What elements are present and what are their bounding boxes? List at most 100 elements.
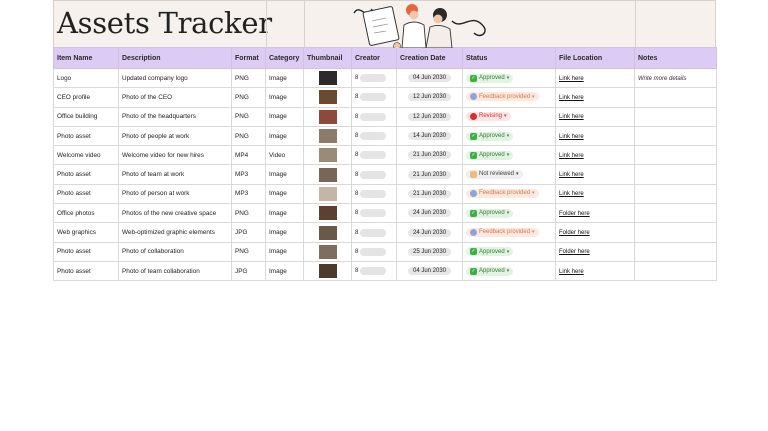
file-location-link[interactable]: Folder here xyxy=(559,230,590,236)
notes-cell[interactable] xyxy=(634,260,717,282)
creator-cell[interactable]: 8 xyxy=(351,260,397,282)
table-row[interactable]: Photo asset Photo of collaboration PNG Imag… xyxy=(53,241,717,262)
creator-cell[interactable]: 8 xyxy=(351,183,397,205)
status-cell[interactable]: Not reviewed ▾ xyxy=(462,164,556,185)
creation-date-cell[interactable]: 21 Jun 2030 xyxy=(396,183,463,205)
description-cell[interactable]: Photo of person at work xyxy=(118,183,232,205)
table-row[interactable]: Web graphics Web-optimized graphic elemen… xyxy=(53,222,717,243)
status-cell[interactable]: ✓ Approved ▾ xyxy=(462,241,556,262)
status-cell[interactable]: ✓ Approved ▾ xyxy=(462,260,556,282)
notes-cell[interactable] xyxy=(634,145,717,166)
status-badge[interactable]: ✓ Approved ▾ xyxy=(466,208,514,218)
thumbnail-image[interactable] xyxy=(318,129,337,144)
thumbnail-image[interactable] xyxy=(318,71,337,86)
column-header-creation-date[interactable]: Creation Date xyxy=(396,47,463,69)
table-row[interactable]: Office building Photo of the headquarters… xyxy=(53,106,717,127)
notes-cell[interactable] xyxy=(634,106,717,127)
creator-cell[interactable]: 8 xyxy=(351,125,397,147)
item-name-cell[interactable]: Photo asset xyxy=(53,164,119,185)
format-cell[interactable]: JPG xyxy=(231,260,266,282)
thumbnail-image[interactable] xyxy=(318,244,337,259)
file-location-link[interactable]: Folder here xyxy=(559,211,590,217)
thumbnail-cell[interactable] xyxy=(303,203,352,224)
creation-date-cell[interactable]: 21 Jun 2030 xyxy=(396,164,463,185)
item-name-cell[interactable]: Photo asset xyxy=(53,241,119,262)
file-location-link[interactable]: Link here xyxy=(559,76,584,82)
status-cell[interactable]: ✓ Approved ▾ xyxy=(462,125,556,147)
column-header-file-location[interactable]: File Location xyxy=(555,47,635,69)
file-location-link[interactable]: Link here xyxy=(559,172,584,178)
format-cell[interactable]: MP3 xyxy=(231,164,266,185)
file-location-link[interactable]: Folder here xyxy=(559,249,590,255)
creation-date-cell[interactable]: 24 Jun 2030 xyxy=(396,203,463,224)
creator-cell[interactable]: 8 xyxy=(351,203,397,224)
creation-date-cell[interactable]: 14 Jun 2030 xyxy=(396,125,463,147)
status-badge[interactable]: ✓ Approved ▾ xyxy=(466,247,514,257)
creation-date-cell[interactable]: 25 Jun 2030 xyxy=(396,241,463,262)
format-cell[interactable]: PNG xyxy=(231,67,266,89)
item-name-cell[interactable]: Photo asset xyxy=(53,125,119,147)
item-name-cell[interactable]: Logo xyxy=(53,67,119,89)
status-cell[interactable]: ✓ Approved ▾ xyxy=(462,67,556,89)
status-badge[interactable]: Not reviewed ▾ xyxy=(466,169,523,179)
thumbnail-image[interactable] xyxy=(318,264,337,279)
table-row[interactable]: CEO profile Photo of the CEO PNG Image 8 12 J… xyxy=(53,87,717,108)
category-cell[interactable]: Image xyxy=(265,241,304,262)
creator-cell[interactable]: 8 xyxy=(351,241,397,262)
category-cell[interactable]: Image xyxy=(265,125,304,147)
status-badge[interactable]: ✓ Approved ▾ xyxy=(466,150,514,160)
thumbnail-image[interactable] xyxy=(318,206,337,221)
file-location-link[interactable]: Link here xyxy=(559,95,584,101)
file-location-link[interactable]: Link here xyxy=(559,134,584,140)
creation-date-cell[interactable]: 12 Jun 2030 xyxy=(396,87,463,108)
creation-date-cell[interactable]: 04 Jun 2030 xyxy=(396,260,463,282)
description-cell[interactable]: Web-optimized graphic elements xyxy=(118,222,232,243)
table-row[interactable]: Logo Updated company logo PNG Image 8 04 Jun … xyxy=(53,67,717,89)
creation-date-cell[interactable]: 21 Jun 2030 xyxy=(396,145,463,166)
category-cell[interactable]: Image xyxy=(265,203,304,224)
description-cell[interactable]: Photos of the new creative space xyxy=(118,203,232,224)
category-cell[interactable]: Image xyxy=(265,260,304,282)
column-header-creator[interactable]: Creator xyxy=(351,47,397,69)
status-badge[interactable]: Feedback provided ▾ xyxy=(466,188,539,198)
status-badge[interactable]: ✓ Approved ▾ xyxy=(466,131,514,141)
status-cell[interactable]: ✓ Approved ▾ xyxy=(462,203,556,224)
description-cell[interactable]: Photo of people at work xyxy=(118,125,232,147)
item-name-cell[interactable]: Welcome video xyxy=(53,145,119,166)
file-location-link[interactable]: Link here xyxy=(559,114,584,120)
thumbnail-cell[interactable] xyxy=(303,260,352,282)
thumbnail-cell[interactable] xyxy=(303,241,352,262)
table-row[interactable]: Office photos Photos of the new creative … xyxy=(53,203,717,224)
creator-cell[interactable]: 8 xyxy=(351,222,397,243)
item-name-cell[interactable]: Photo asset xyxy=(53,183,119,205)
notes-cell[interactable] xyxy=(634,125,717,147)
creation-date-cell[interactable]: 12 Jun 2030 xyxy=(396,106,463,127)
creator-cell[interactable]: 8 xyxy=(351,164,397,185)
format-cell[interactable]: MP3 xyxy=(231,183,266,205)
creation-date-cell[interactable]: 24 Jun 2030 xyxy=(396,222,463,243)
status-badge[interactable]: ✓ Approved ▾ xyxy=(466,266,514,276)
description-cell[interactable]: Photo of collaboration xyxy=(118,241,232,262)
category-cell[interactable]: Image xyxy=(265,164,304,185)
table-row[interactable]: Photo asset Photo of people at work PNG Ima… xyxy=(53,125,717,147)
status-badge[interactable]: ✓ Approved ▾ xyxy=(466,73,514,83)
thumbnail-image[interactable] xyxy=(318,90,337,105)
column-header-notes[interactable]: Notes xyxy=(634,47,717,69)
item-name-cell[interactable]: Office building xyxy=(53,106,119,127)
file-location-link[interactable]: Link here xyxy=(559,269,584,275)
status-badge[interactable]: Feedback provided ▾ xyxy=(466,92,539,102)
format-cell[interactable]: PNG xyxy=(231,87,266,108)
category-cell[interactable]: Image xyxy=(265,67,304,89)
status-cell[interactable]: Feedback provided ▾ xyxy=(462,183,556,205)
table-row[interactable]: Photo asset Photo of team at work MP3 Image… xyxy=(53,164,717,185)
thumbnail-cell[interactable] xyxy=(303,87,352,108)
notes-cell[interactable] xyxy=(634,87,717,108)
category-cell[interactable]: Image xyxy=(265,106,304,127)
description-cell[interactable]: Photo of the CEO xyxy=(118,87,232,108)
thumbnail-image[interactable] xyxy=(318,186,337,201)
column-header-format[interactable]: Format xyxy=(231,47,266,69)
status-cell[interactable]: ✓ Approved ▾ xyxy=(462,145,556,166)
category-cell[interactable]: Image xyxy=(265,222,304,243)
thumbnail-cell[interactable] xyxy=(303,106,352,127)
column-header-description[interactable]: Description xyxy=(118,47,232,69)
